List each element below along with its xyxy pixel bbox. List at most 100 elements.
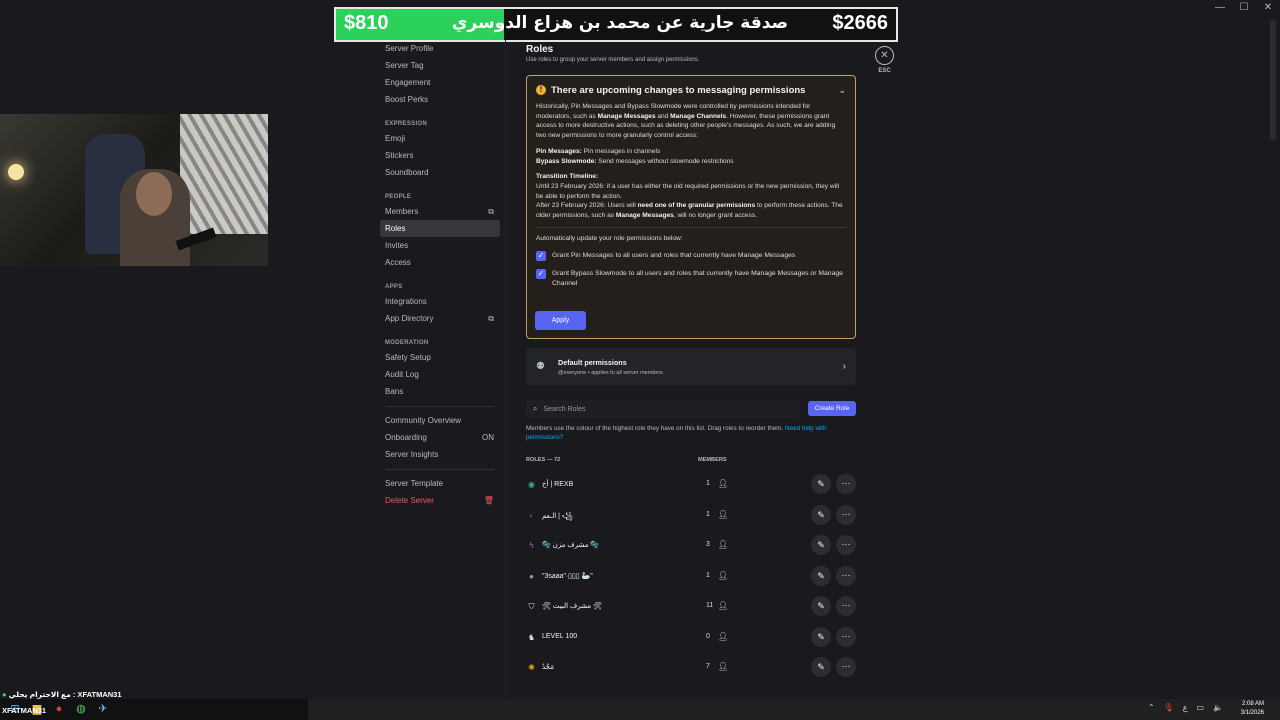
notice-title: There are upcoming changes to messaging … <box>551 84 806 96</box>
edit-role-button[interactable]: ✎ <box>811 626 831 647</box>
sidebar-item-members[interactable]: Members ⧉ <box>380 203 500 220</box>
sidebar-item-engagement[interactable]: Engagement <box>380 74 500 91</box>
sidebar-item-server-template[interactable]: Server Template <box>380 475 500 492</box>
chevron-right-icon: › <box>842 361 846 372</box>
roles-list: ◉ أخ | REXB 1 👤︎ ✎ ··· ◐ الـعم | ꧁ 1 👤︎ ✎ ··· ϟ 🫧 مشر… <box>526 469 856 683</box>
edit-role-button[interactable]: ✎ <box>811 474 831 494</box>
mic-icon[interactable]: 🎙 <box>1164 703 1174 712</box>
sidebar-item-label: Server Tag <box>385 61 424 70</box>
minimize-icon[interactable]: — <box>1208 0 1232 16</box>
roles-page: Roles Use roles to group your server mem… <box>526 44 856 677</box>
page-subtitle: Use roles to group your server members a… <box>526 57 700 63</box>
edit-role-button[interactable]: ✎ <box>811 596 831 616</box>
permissions-notice: ! There are upcoming changes to messagin… <box>526 75 856 339</box>
close-icon[interactable]: ✕ <box>875 46 894 65</box>
language-indicator[interactable]: ع <box>1183 703 1188 712</box>
more-options-button[interactable]: ··· <box>836 657 856 677</box>
notice-bold: need one of the granular permissions <box>637 202 756 210</box>
sidebar-item-invites[interactable]: Invites <box>380 237 500 254</box>
sidebar-item-boost-perks[interactable]: Boost Perks <box>380 91 500 108</box>
sidebar-people-group: PEOPLE Members ⧉ Roles Invites Access <box>380 189 500 271</box>
sidebar-item-label: Delete Server <box>385 496 434 505</box>
person-icon: 👤︎ <box>718 479 729 488</box>
role-row[interactable]: ◐ الـعم | ꧁ 1 👤︎ ✎ ··· <box>526 500 856 531</box>
trash-icon: 🗑 <box>483 496 494 505</box>
clock[interactable]: 2:08 AM 3/1/2026 <box>1241 700 1264 718</box>
person-icon: 👤︎ <box>718 601 729 610</box>
more-options-button[interactable]: ··· <box>836 474 856 494</box>
chevron-up-icon[interactable]: ⌃ <box>1148 703 1155 712</box>
sidebar-item-access[interactable]: Access <box>380 254 500 271</box>
role-row[interactable]: ϟ 🫧 مشرف مزن 🫧 3 👤︎ ✎ ··· <box>526 530 856 561</box>
search-roles-input[interactable]: ⌕ Search Roles <box>526 400 800 418</box>
volume-icon[interactable]: 🔈 <box>1213 703 1223 712</box>
apply-button[interactable]: Apply <box>535 311 586 330</box>
sidebar-item-app-directory[interactable]: App Directory ⧉ <box>380 310 500 327</box>
sidebar-item-label: Audit Log <box>385 370 419 379</box>
sidebar-item-label: Community Overview <box>385 416 462 425</box>
search-placeholder: Search Roles <box>543 405 586 413</box>
more-options-button[interactable]: ··· <box>836 504 856 525</box>
edit-role-button[interactable]: ✎ <box>811 535 831 555</box>
sidebar-community-group: Community Overview Onboarding ON Server I… <box>380 412 500 463</box>
more-options-button[interactable]: ··· <box>836 626 856 647</box>
role-row[interactable]: ⛉ 🛠 مشرف البيت 🛠 11 👤︎ ✎ ··· <box>526 591 856 622</box>
chevron-down-icon[interactable]: ⌄ <box>838 85 846 96</box>
chat-text: مع الاحترام يحلي : XFATMAN31 <box>8 690 122 699</box>
chat-username: XFATMAN31 <box>2 706 47 715</box>
role-row[interactable]: ● "3saaa"∙▯▯▯ 🦢" 1 👤︎ ✎ ··· <box>526 561 856 592</box>
external-link-icon: ⧉ <box>488 207 494 216</box>
browser-icon[interactable]: ◍ <box>74 702 88 716</box>
sidebar-item-server-tag[interactable]: Server Tag <box>380 57 500 74</box>
edit-role-button[interactable]: ✎ <box>811 565 831 586</box>
role-row[interactable]: ♞ LEVEL 100 0 👤︎ ✎ ··· <box>526 622 856 653</box>
edit-role-button[interactable]: ✎ <box>811 504 831 525</box>
sidebar-item-label: Members <box>385 207 419 216</box>
sidebar-top-group: Server Profile Server Tag Engagement Boo… <box>380 40 500 108</box>
more-options-button[interactable]: ··· <box>836 565 856 586</box>
sidebar-item-bans[interactable]: Bans <box>380 383 500 400</box>
person-icon: 👤︎ <box>718 509 729 519</box>
app-icon[interactable]: ● <box>52 702 66 716</box>
edit-role-button[interactable]: ✎ <box>811 657 831 677</box>
sidebar-item-delete-server[interactable]: Delete Server 🗑 <box>380 492 500 509</box>
sidebar-item-stickers[interactable]: Stickers <box>380 147 500 164</box>
warning-icon: ! <box>536 85 546 95</box>
app-icon[interactable]: ✈ <box>96 702 110 716</box>
sidebar-item-safety-setup[interactable]: Safety Setup <box>380 349 500 366</box>
close-window-icon[interactable]: ✕ <box>1256 0 1280 16</box>
role-row[interactable]: ✺ مَجْدٌ 7 👤︎ ✎ ··· <box>526 652 856 683</box>
sidebar-item-emoji[interactable]: Emoji <box>380 130 500 147</box>
checkbox-checked-icon[interactable]: ✓ <box>536 251 546 262</box>
role-icon: ⛉ <box>528 602 535 611</box>
role-icon: ♞ <box>527 632 536 642</box>
sidebar-item-label: Boost Perks <box>385 95 429 104</box>
more-options-button[interactable]: ··· <box>836 535 856 555</box>
scrollbar[interactable] <box>1270 20 1276 140</box>
sidebar-item-label: Invites <box>385 241 409 250</box>
notice-auto-update: Automatically update your role permissio… <box>536 234 683 242</box>
checkbox-grant-bypass[interactable]: ✓ Grant Bypass Slowmode to all users and … <box>536 269 846 288</box>
create-role-button[interactable]: Create Role <box>808 401 856 416</box>
sidebar-item-server-insights[interactable]: Server Insights <box>380 446 500 463</box>
more-options-button[interactable]: ··· <box>836 596 856 616</box>
notice-header[interactable]: ! There are upcoming changes to messagin… <box>536 84 846 96</box>
network-icon[interactable]: ▭ <box>1196 703 1204 712</box>
role-member-count: 0 <box>706 632 710 640</box>
sidebar-item-audit-log[interactable]: Audit Log <box>380 366 500 383</box>
sidebar-item-soundboard[interactable]: Soundboard <box>380 164 500 181</box>
sidebar-item-label: Engagement <box>385 78 431 87</box>
sidebar-item-server-profile[interactable]: Server Profile <box>380 40 500 57</box>
checkbox-checked-icon[interactable]: ✓ <box>536 269 546 280</box>
sidebar-item-integrations[interactable]: Integrations <box>380 293 500 310</box>
default-permissions-row[interactable]: ⚉ Default permissions @everyone • applie… <box>526 348 856 385</box>
sidebar-item-onboarding[interactable]: Onboarding ON <box>380 429 500 446</box>
sidebar-item-label: Stickers <box>385 151 414 160</box>
sidebar-item-roles[interactable]: Roles <box>380 220 500 237</box>
checkbox-grant-pin[interactable]: ✓ Grant Pin Messages to all users and rol… <box>536 251 846 262</box>
sidebar-item-community-overview[interactable]: Community Overview <box>380 412 500 429</box>
maximize-icon[interactable]: ☐ <box>1232 0 1256 16</box>
taskbar: ⊞ ▆ ● ◍ ✈ ⌃ 🎙 ع ▭ 🔈 2:08 AM 3/1/2026 <box>0 699 1280 720</box>
sidebar-apps-group: APPS Integrations App Directory ⧉ <box>380 279 500 327</box>
role-row[interactable]: ◉ أخ | REXB 1 👤︎ ✎ ··· <box>526 469 856 500</box>
